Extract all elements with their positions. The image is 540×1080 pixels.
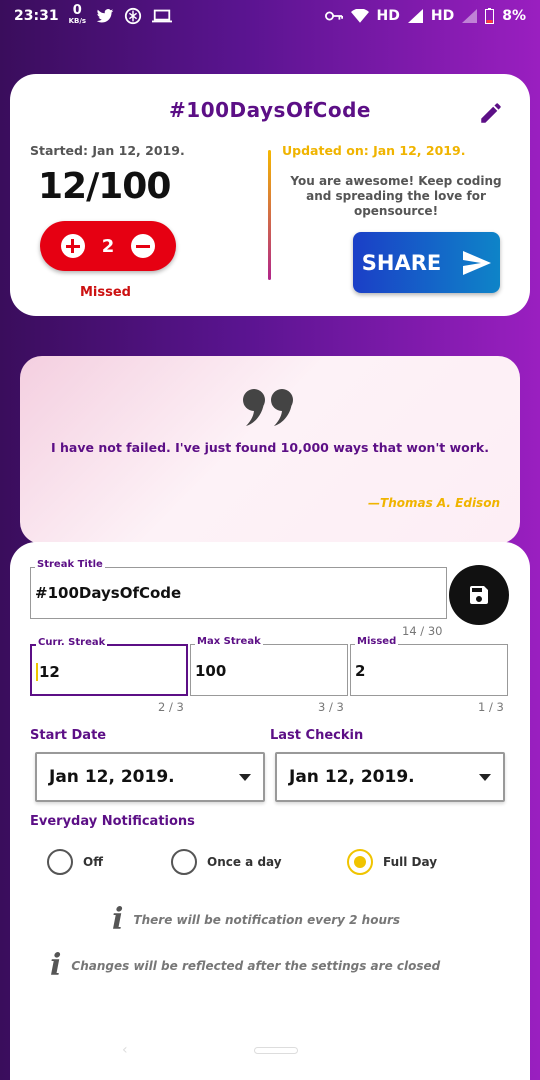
radio-full-day-label: Full Day	[383, 855, 438, 869]
max-streak-field[interactable]: Max Streak 100	[190, 636, 348, 696]
net-speed: 0 KB/s	[68, 3, 87, 27]
chevron-down-icon	[239, 773, 251, 781]
net-speed-value: 0	[72, 3, 82, 18]
updated-date: Updated on: Jan 12, 2019.	[282, 143, 466, 158]
curr-streak-label: Curr. Streak	[36, 637, 108, 648]
missed-field-label: Missed	[355, 636, 399, 647]
hd-badge-2: HD	[430, 8, 455, 24]
settings-sheet: Streak Title #100DaysOfCode 14 / 30 Curr…	[10, 542, 530, 1080]
streak-title-counter: 14 / 30	[402, 624, 443, 638]
quote-author: —Thomas A. Edison	[368, 496, 500, 510]
hd-badge-1: HD	[376, 8, 400, 24]
started-date: Started: Jan 12, 2019.	[30, 143, 185, 158]
save-button[interactable]	[449, 565, 509, 625]
streak-title-input[interactable]: #100DaysOfCode	[35, 584, 181, 602]
missed-input[interactable]: 2	[355, 662, 365, 680]
missed-counter: 1 / 3	[478, 700, 504, 714]
battery-icon	[485, 8, 495, 24]
streak-title-label: Streak Title	[35, 559, 105, 570]
edit-icon[interactable]	[478, 100, 504, 126]
info-icon: i	[50, 948, 62, 983]
laptop-icon	[152, 9, 173, 23]
send-icon	[463, 250, 492, 275]
wifi-icon	[350, 9, 369, 23]
app-notification-icon	[124, 7, 142, 25]
status-time: 23:31	[14, 8, 59, 24]
missed-count: 2	[101, 235, 115, 257]
minus-button[interactable]	[131, 234, 156, 258]
info-changes-text: Changes will be reflected after the sett…	[71, 958, 441, 973]
status-bar: 23:31 0 KB/s HD HD 8%	[0, 0, 540, 32]
missed-label: Missed	[80, 285, 131, 300]
last-checkin-value: Jan 12, 2019.	[289, 767, 415, 787]
info-notification-text: There will be notification every 2 hours	[133, 912, 401, 927]
net-speed-unit: KB/s	[68, 17, 87, 25]
signal-weak-icon	[462, 9, 478, 23]
chevron-down-icon	[479, 773, 491, 781]
radio-once-a-day[interactable]: Once a day	[171, 849, 282, 875]
start-date-label: Start Date	[30, 728, 107, 743]
twitter-icon	[96, 8, 114, 22]
motivation-text: You are awesome! Keep coding and spreadi…	[290, 174, 502, 218]
signal-icon	[407, 9, 423, 23]
radio-full-day-button[interactable]	[347, 849, 373, 875]
quote-card: I have not failed. I've just found 10,00…	[20, 356, 520, 544]
progress-count: 12/100	[38, 166, 171, 207]
streak-title-field[interactable]: Streak Title #100DaysOfCode	[30, 559, 447, 619]
max-streak-label: Max Streak	[195, 636, 263, 647]
last-checkin-dropdown[interactable]: Jan 12, 2019.	[275, 752, 505, 802]
plus-button[interactable]	[60, 234, 85, 258]
save-icon	[470, 586, 488, 604]
streak-title: #100DaysOfCode	[169, 98, 371, 122]
card-divider	[268, 150, 271, 280]
info-notification: i There will be notification every 2 hou…	[112, 902, 400, 937]
quote-icon	[243, 389, 293, 426]
radio-off-button[interactable]	[47, 849, 73, 875]
info-icon: i	[112, 902, 124, 937]
info-changes: i Changes will be reflected after the se…	[50, 948, 440, 983]
radio-once-a-day-button[interactable]	[171, 849, 197, 875]
curr-streak-counter: 2 / 3	[158, 700, 184, 714]
max-streak-counter: 3 / 3	[318, 700, 344, 714]
curr-streak-input[interactable]: 12	[36, 663, 60, 681]
share-label: SHARE	[361, 250, 442, 275]
missed-field[interactable]: Missed 2	[350, 636, 508, 696]
missed-stepper: 2	[40, 221, 176, 271]
share-button[interactable]: SHARE	[353, 232, 500, 293]
key-icon	[324, 11, 343, 21]
start-date-dropdown[interactable]: Jan 12, 2019.	[35, 752, 265, 802]
notifications-label: Everyday Notifications	[30, 814, 195, 829]
start-date-value: Jan 12, 2019.	[49, 767, 175, 787]
radio-off[interactable]: Off	[47, 849, 103, 875]
radio-full-day[interactable]: Full Day	[347, 849, 437, 875]
last-checkin-label: Last Checkin	[270, 728, 364, 743]
radio-once-a-day-label: Once a day	[207, 855, 282, 869]
nav-back-icon[interactable]: ‹	[122, 1042, 128, 1058]
radio-off-label: Off	[83, 855, 103, 869]
nav-home-pill[interactable]	[254, 1047, 298, 1054]
streak-card: #100DaysOfCode Started: Jan 12, 2019. 12…	[10, 74, 530, 316]
quote-text: I have not failed. I've just found 10,00…	[51, 440, 489, 455]
battery-level: 8%	[502, 8, 526, 24]
max-streak-input[interactable]: 100	[195, 662, 226, 680]
curr-streak-field[interactable]: Curr. Streak 12	[30, 637, 188, 696]
